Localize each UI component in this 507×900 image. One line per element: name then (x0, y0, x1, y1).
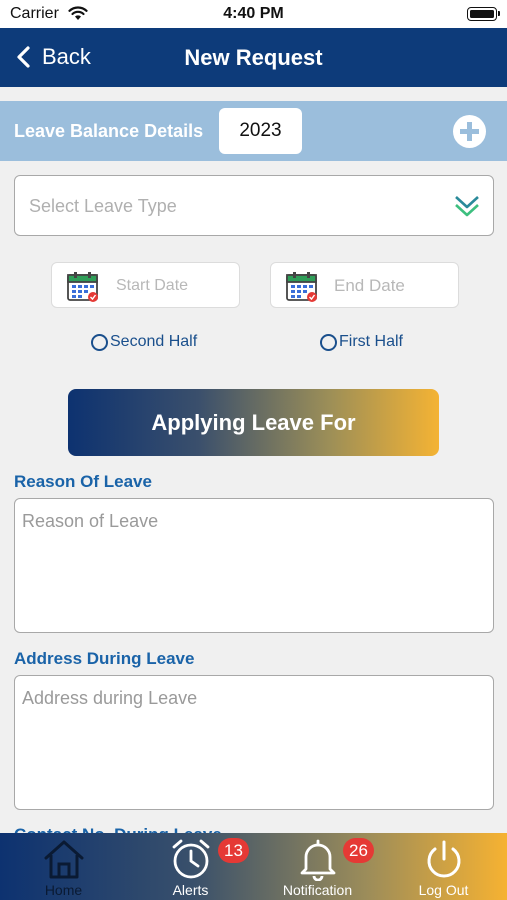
notification-badge: 26 (343, 838, 374, 863)
clock: 4:40 PM (223, 5, 284, 22)
power-icon (427, 840, 460, 878)
applying-leave-for-button[interactable]: Applying Leave For (68, 389, 439, 456)
tab-home[interactable]: Home (0, 833, 127, 900)
tab-logout[interactable]: Log Out (380, 833, 507, 900)
calendar-icon (67, 272, 98, 302)
tab-alerts-label: Alerts (172, 882, 209, 898)
first-half-radio[interactable]: First Half (320, 333, 403, 351)
alerts-badge: 13 (218, 838, 249, 863)
home-icon (44, 840, 83, 879)
reason-placeholder: Reason of Leave (22, 511, 159, 531)
first-half-label: First Half (339, 333, 403, 350)
reason-textarea[interactable]: Reason of Leave (14, 498, 494, 633)
leave-type-placeholder: Select Leave Type (29, 196, 177, 216)
add-icon[interactable] (453, 115, 486, 148)
radio-circle (91, 333, 108, 351)
leave-balance-label: Leave Balance Details (14, 121, 204, 141)
status-bar: Carrier 4:40 PM (0, 0, 507, 28)
calendar-icon (286, 272, 317, 302)
second-half-radio[interactable]: Second Half (91, 333, 197, 351)
address-label: Address During Leave (14, 649, 195, 668)
leave-type-select[interactable]: Select Leave Type (14, 175, 494, 236)
leave-balance-bar: Leave Balance Details 2023 (0, 101, 507, 161)
bell-icon (300, 839, 335, 881)
tab-notification-label: Notification (282, 882, 353, 898)
tab-logout-label: Log Out (418, 882, 469, 898)
reason-label: Reason Of Leave (14, 472, 152, 491)
nav-bar: Back New Request (0, 28, 507, 87)
page-title: New Request (184, 45, 323, 70)
address-textarea[interactable]: Address during Leave (14, 675, 494, 810)
second-half-label: Second Half (110, 333, 198, 350)
start-date-placeholder: Start Date (116, 277, 189, 294)
radio-circle (320, 333, 337, 351)
tab-alerts[interactable]: 13 Alerts (127, 833, 254, 900)
alarm-clock-icon (172, 839, 209, 879)
end-date-field[interactable]: End Date (270, 262, 459, 308)
battery-icon (467, 7, 500, 21)
end-date-placeholder: End Date (334, 276, 405, 295)
tab-home-label: Home (44, 882, 83, 898)
start-date-field[interactable]: Start Date (51, 262, 240, 308)
bottom-tab-bar: Home 13 Alerts 26 Notification Log Out (0, 833, 507, 900)
year-selector[interactable]: 2023 (219, 108, 302, 154)
tab-notification[interactable]: 26 Notification (254, 833, 381, 900)
address-placeholder: Address during Leave (22, 688, 198, 708)
double-chevron-down-icon (455, 196, 479, 217)
